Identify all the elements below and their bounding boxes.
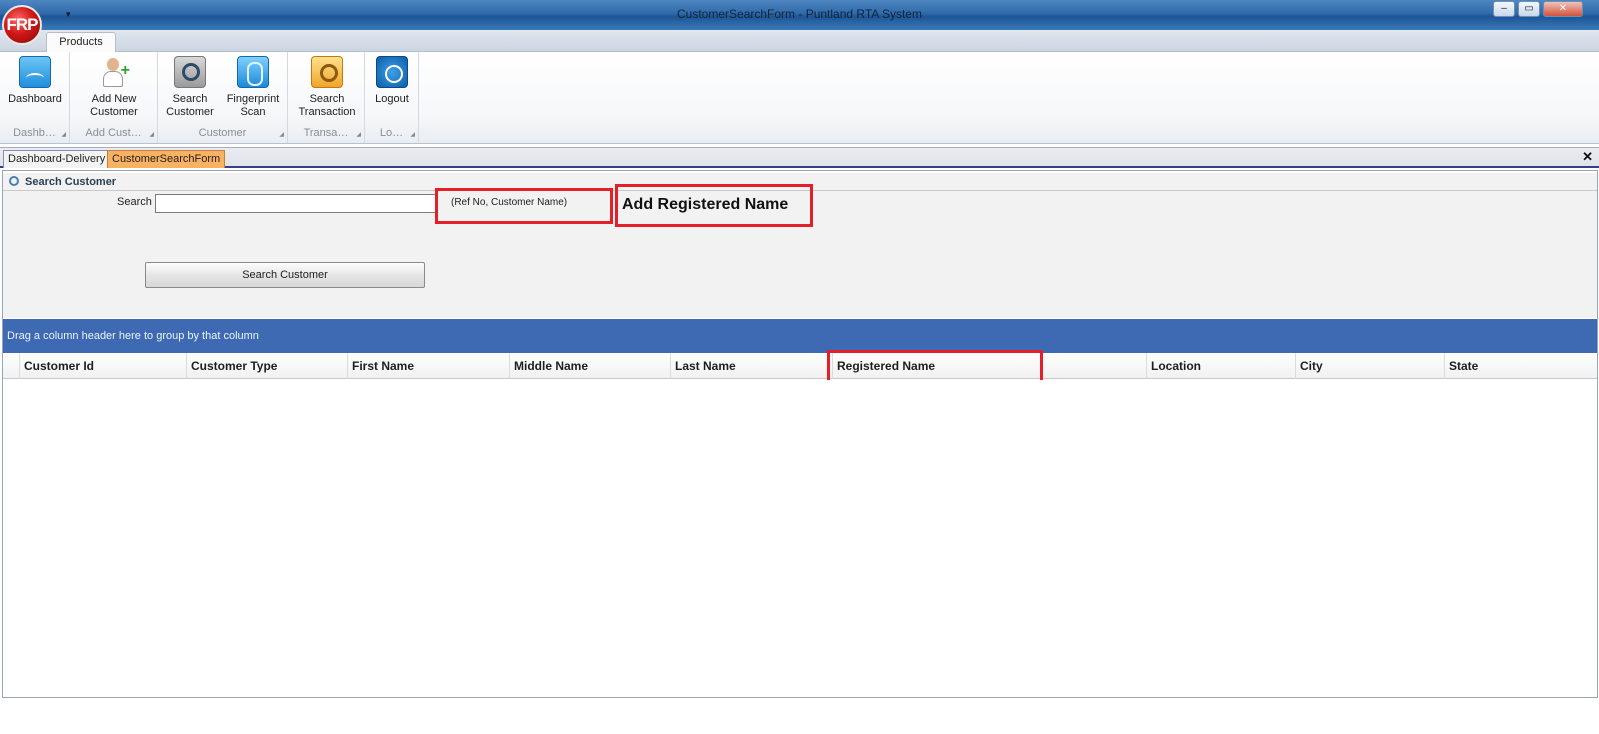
dashboard-button[interactable]: Dashboard	[3, 56, 67, 106]
group-launcher-icon[interactable]: ◢	[279, 131, 284, 138]
group-label-transaction: Transa…	[303, 127, 349, 139]
ribbon-group-logout: Logout Lo… ◢	[365, 52, 419, 143]
minimize-button[interactable]: –	[1493, 1, 1515, 17]
ribbon-group-add-customer: + Add New Customer Add Cust… ◢	[70, 52, 158, 143]
grid-body[interactable]	[3, 380, 1597, 697]
column-header-last-name[interactable]: Last Name	[670, 353, 832, 379]
close-window-button[interactable]: ✕	[1543, 1, 1583, 17]
search-label: Search	[117, 196, 152, 208]
title-bar: CustomerSearchForm - Puntland RTA System…	[0, 0, 1599, 30]
close-document-icon[interactable]: ✕	[1582, 149, 1593, 165]
column-header-middle-name[interactable]: Middle Name	[509, 353, 670, 379]
tab-dashboard-delivery[interactable]: Dashboard-Delivery	[3, 150, 111, 168]
ribbon-group-customer: Search Customer Fingerprint Scan Custome…	[158, 52, 288, 143]
add-new-customer-button[interactable]: + Add New Customer	[82, 56, 146, 119]
annotation-box-hint	[435, 188, 613, 224]
fingerprint-scan-label: Fingerprint Scan	[226, 93, 280, 118]
ribbon-tab-products[interactable]: Products	[46, 32, 116, 53]
search-customer-button[interactable]: Search Customer	[145, 262, 425, 288]
group-label-dashboard: Dashb…	[13, 127, 56, 139]
logout-icon	[376, 56, 408, 88]
group-by-panel[interactable]: Drag a column header here to group by th…	[3, 319, 1597, 353]
add-new-customer-label: Add New Customer	[90, 93, 138, 118]
dashboard-icon	[19, 56, 51, 88]
ribbon-group-transaction: Search Transaction Transa… ◢	[288, 52, 365, 143]
group-launcher-icon[interactable]: ◢	[410, 131, 415, 138]
column-header-location[interactable]: Location	[1146, 353, 1295, 379]
column-header-customer-type[interactable]: Customer Type	[186, 353, 347, 379]
group-label-customer: Customer	[198, 127, 247, 139]
grid-header: Customer Id Customer Type First Name Mid…	[3, 353, 1597, 379]
app-orb-button[interactable]: FRP	[2, 5, 42, 45]
annotation-note: Add Registered Name	[622, 196, 789, 213]
column-header-customer-id[interactable]: Customer Id	[19, 353, 186, 379]
logout-button[interactable]: Logout	[368, 56, 416, 106]
search-input[interactable]	[155, 194, 437, 213]
search-transaction-button[interactable]: Search Transaction	[292, 56, 362, 119]
group-launcher-icon[interactable]: ◢	[149, 131, 154, 138]
column-header-state[interactable]: State	[1444, 353, 1594, 379]
ribbon: Dashboard Dashb… ◢ + Add New Customer Ad…	[0, 52, 1599, 144]
tab-customer-search-form[interactable]: CustomerSearchForm	[107, 150, 226, 168]
ribbon-tab-row: Products	[0, 30, 1599, 53]
column-header-city[interactable]: City	[1295, 353, 1444, 379]
column-header-first-name[interactable]: First Name	[347, 353, 509, 379]
fingerprint-scan-button[interactable]: Fingerprint Scan	[220, 56, 286, 119]
search-panel-title: Search Customer	[25, 176, 117, 188]
group-launcher-icon[interactable]: ◢	[356, 131, 361, 138]
quick-access-dropdown-icon[interactable]: ▾	[66, 9, 71, 20]
annotation-box-registered-name	[827, 350, 1043, 384]
ribbon-group-dashboard: Dashboard Dashb… ◢	[0, 52, 70, 143]
search-customer-ribbon-label: Search Customer	[166, 93, 214, 118]
search-panel-header: Search Customer	[9, 176, 116, 188]
restore-button[interactable]: ▭	[1518, 1, 1540, 17]
search-customer-ribbon-button[interactable]: Search Customer	[160, 56, 220, 119]
search-transaction-label: Search Transaction	[298, 93, 356, 118]
add-user-icon: +	[98, 56, 130, 88]
search-customer-icon	[174, 56, 206, 88]
search-transaction-icon	[311, 56, 343, 88]
group-label-add-customer: Add Cust…	[85, 127, 142, 139]
group-launcher-icon[interactable]: ◢	[61, 131, 66, 138]
fingerprint-icon	[237, 56, 269, 88]
dashboard-button-label: Dashboard	[8, 93, 62, 105]
search-panel: Search Customer Search (Ref No, Customer…	[3, 173, 1597, 318]
document-tab-strip: Dashboard-Delivery CustomerSearchForm ✕	[0, 147, 1599, 168]
logout-label: Logout	[375, 93, 409, 105]
search-icon	[9, 176, 19, 186]
window-title: CustomerSearchForm - Puntland RTA System	[677, 7, 922, 21]
